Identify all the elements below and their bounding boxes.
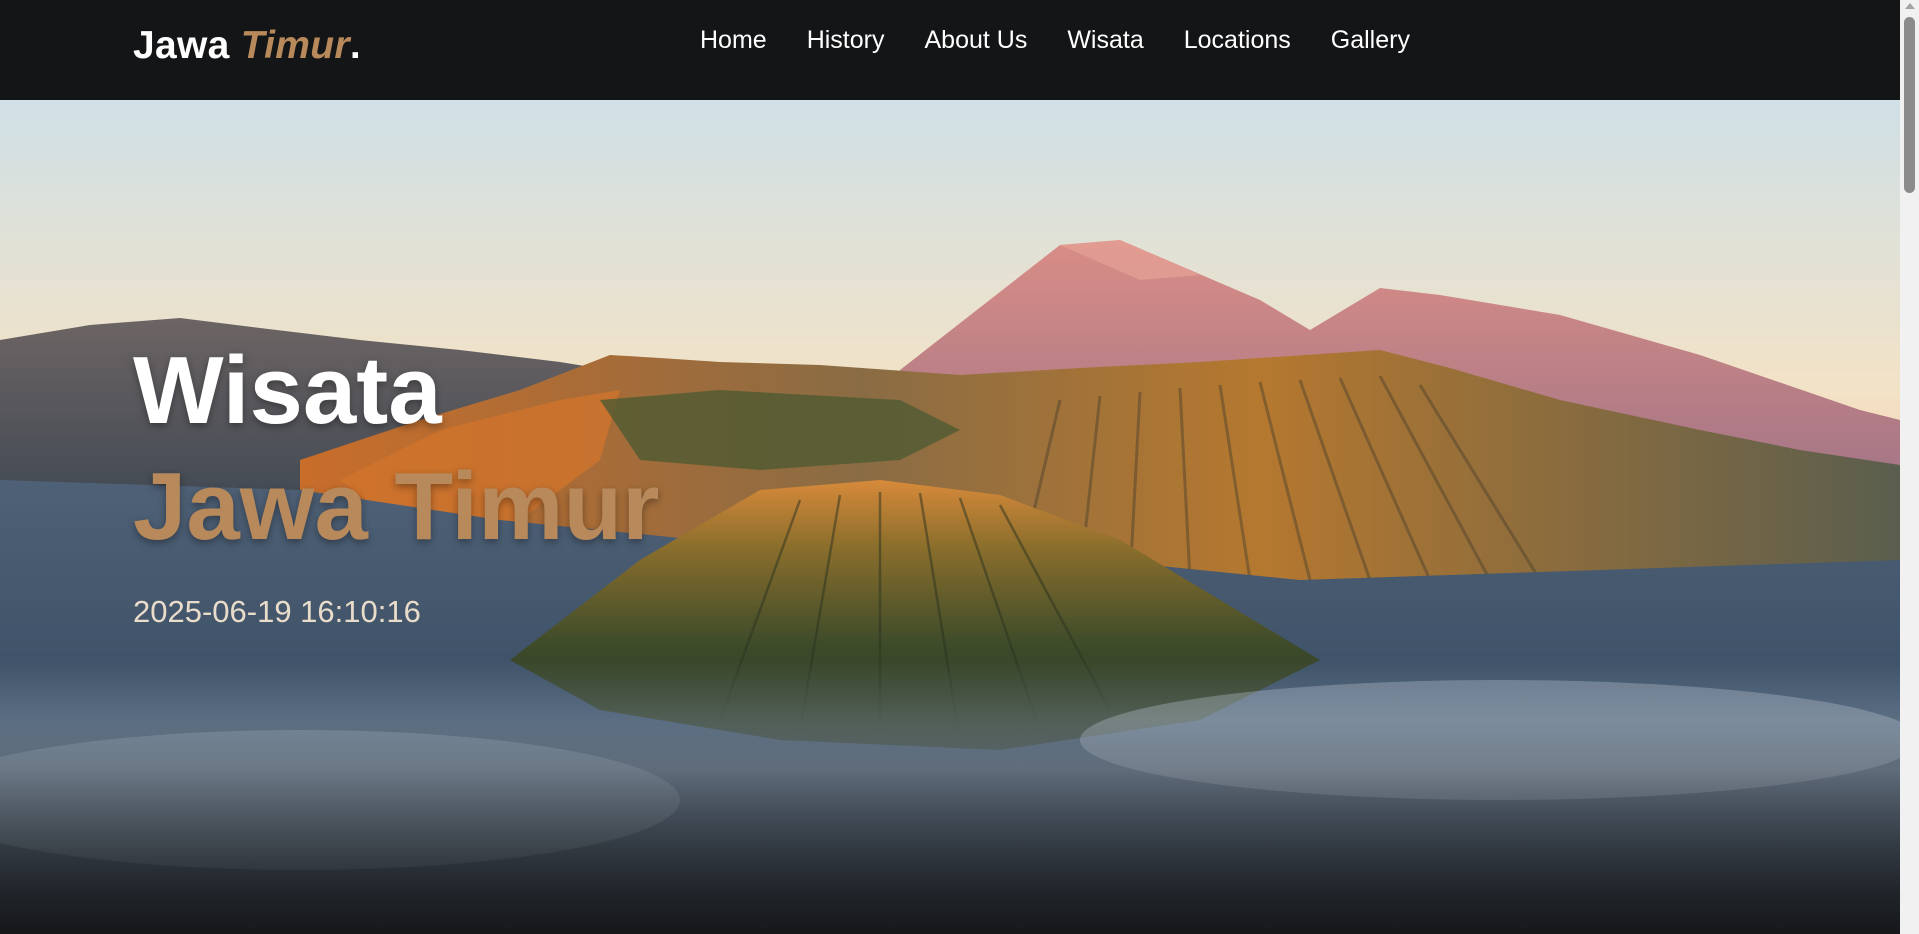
navbar: Jawa Timur. Home History About Us Wisata… [0,0,1900,100]
main-nav: Home History About Us Wisata Locations G… [700,26,1450,55]
brand-accent: Timur [240,24,350,67]
page-scrollbar[interactable] [1900,0,1919,934]
nav-about-us[interactable]: About Us [924,26,1027,55]
nav-gallery[interactable]: Gallery [1331,26,1410,55]
nav-history[interactable]: History [807,26,885,55]
nav-wisata[interactable]: Wisata [1067,26,1143,55]
brand-logo[interactable]: Jawa Timur. [133,24,361,68]
nav-locations[interactable]: Locations [1184,26,1291,55]
page: Jawa Timur. Home History About Us Wisata… [0,0,1900,934]
nav-home[interactable]: Home [700,26,767,55]
hero-title-line1: Wisata [133,337,442,444]
brand-dot: . [349,24,362,67]
scrollbar-thumb[interactable] [1904,17,1915,193]
brand-main: Jawa [133,24,230,67]
hero-title-line2: Jawa Timur [133,453,660,560]
hero-datetime: 2025-06-19 16:10:16 [133,594,421,629]
scroll-up-arrow-icon[interactable] [1905,3,1915,9]
hero-section: Wisata Jawa Timur 2025-06-19 16:10:16 [0,100,1900,934]
